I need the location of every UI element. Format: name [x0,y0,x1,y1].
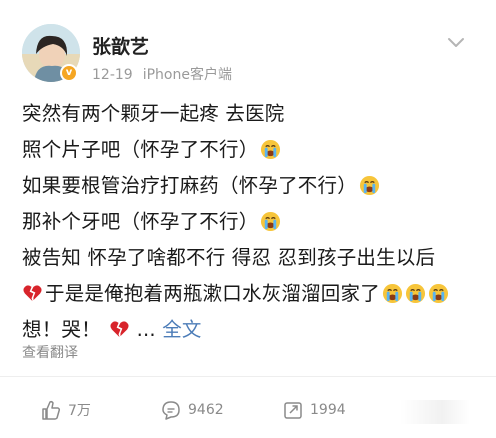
blurred-area [400,400,470,424]
crying-face-icon [382,283,402,304]
broken-heart-icon [23,285,42,302]
translate-link[interactable]: 查看翻译 [22,342,78,362]
post-line: 于是是俺抱着两瓶漱口水灰溜溜回家了 [22,276,492,312]
username[interactable]: 张歆艺 [92,32,149,59]
like-button[interactable]: 7万 [40,397,91,423]
weibo-post: v 张歆艺 12-19 iPhone客户端 突然有两个颗牙一起疼 去医院 照个片子… [0,0,496,438]
divider [0,376,496,377]
like-count: 7万 [68,403,91,419]
post-content: 突然有两个颗牙一起疼 去医院 照个片子吧（怀孕了不行） 如果要根管治疗打麻药（怀… [22,96,492,348]
post-line: 如果要根管治疗打麻药（怀孕了不行） [22,168,492,204]
repost-icon [284,402,302,419]
chevron-down-icon[interactable] [446,36,466,50]
comment-count: 9462 [188,402,224,418]
ellipsis: ... [136,318,156,341]
verified-badge-icon: v [60,64,78,82]
crying-face-icon [359,175,379,196]
comment-button[interactable]: 9462 [160,397,224,423]
comment-icon [162,401,180,420]
thumbs-up-icon [42,400,61,420]
post-meta: 12-19 iPhone客户端 [92,64,232,84]
post-date: 12-19 [92,67,133,83]
post-line: 突然有两个颗牙一起疼 去医院 [22,102,285,125]
repost-button[interactable]: 1994 [282,397,346,423]
full-text-link[interactable]: 全文 [162,318,201,341]
broken-heart-icon [110,321,129,338]
crying-face-icon [261,211,281,232]
crying-face-icon [405,283,425,304]
post-line: 被告知 怀孕了啥都不行 得忍 忍到孩子出生以后 [22,246,436,269]
post-line: 照个片子吧（怀孕了不行） [22,132,492,168]
post-device: iPhone客户端 [142,67,232,83]
crying-face-icon [261,139,281,160]
crying-face-icon [428,283,448,304]
post-line: 想！哭！ ... 全文 [22,318,202,341]
post-line: 那补个牙吧（怀孕了不行） [22,204,492,240]
repost-count: 1994 [310,402,346,418]
